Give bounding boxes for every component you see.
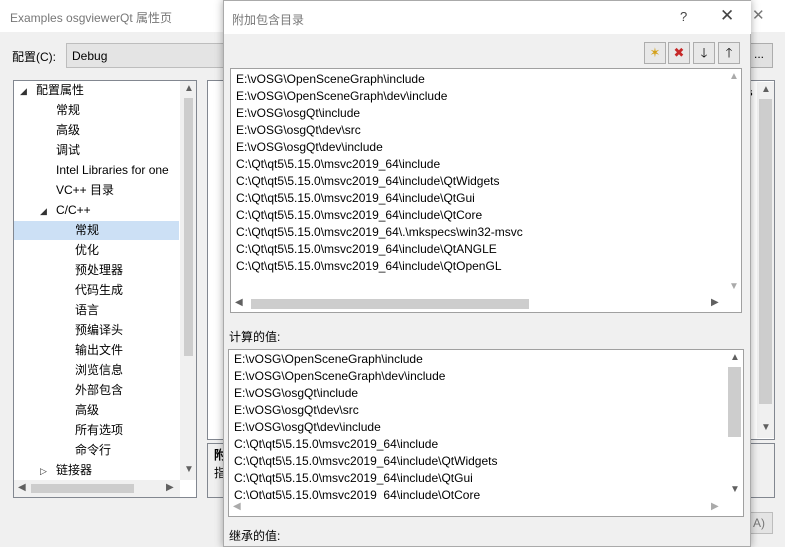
new-line-button[interactable]: ✶ [644, 42, 666, 64]
scroll-up-icon[interactable]: ▲ [730, 352, 740, 363]
tree-item[interactable]: 高级 [56, 121, 80, 140]
tree-item[interactable]: 调试 [56, 141, 80, 160]
tree-item[interactable]: 常规 [14, 221, 179, 240]
include-path-line[interactable]: C:\Qt\qt5\5.15.0\msvc2019_64\include\QtC… [236, 207, 482, 224]
config-label: 配置(C): [12, 50, 56, 64]
help-icon[interactable]: ? [680, 9, 687, 24]
evaluated-vertical-thumb[interactable] [728, 367, 741, 437]
delete-button[interactable]: ✖ [668, 42, 690, 64]
property-tree[interactable]: ◢ 配置属性 常规 高级 调试 Intel Libraries for one VC++ 目… [13, 80, 197, 498]
include-path-line[interactable]: C:\Qt\qt5\5.15.0\msvc2019_64\include\QtG… [236, 190, 475, 207]
collapsed-caret-icon[interactable]: ▷ [40, 466, 47, 477]
additional-include-dirs-dialog: 附加包含目录 ? ✕ ✶ ✖ 🡓 🡑 E:\vOSG\OpenSceneGrap… [223, 0, 751, 547]
evaluated-path-line: E:\vOSG\OpenSceneGraph\dev\include [234, 369, 446, 383]
tree-item[interactable]: 预处理器 [75, 261, 123, 280]
evaluated-path-line: E:\vOSG\osgQt\dev\src [234, 403, 359, 417]
tree-item[interactable]: 常规 [56, 101, 80, 120]
paths-horizontal-scrollbar[interactable]: ◀ ▶ [231, 295, 725, 312]
evaluated-path-line: E:\vOSG\OpenSceneGraph\include [234, 352, 423, 366]
tree-item[interactable]: 所有选项 [75, 421, 123, 440]
scroll-up-icon[interactable]: ▲ [729, 71, 739, 82]
evaluated-path-line: E:\vOSG\osgQt\include [234, 386, 359, 400]
evaluated-values-list[interactable]: E:\vOSG\OpenSceneGraph\include E:\vOSG\Op… [228, 349, 744, 517]
tree-item[interactable]: C/C++ [56, 201, 91, 220]
paths-vertical-scrollbar[interactable]: ▲ ▼ [725, 69, 741, 297]
tree-item[interactable]: 命令行 [75, 441, 111, 460]
include-path-line[interactable]: C:\Qt\qt5\5.15.0\msvc2019_64\include [236, 156, 440, 173]
tree-item[interactable]: 链接器 [56, 461, 92, 480]
evaluated-path-line: E:\vOSG\osgQt\dev\include [234, 420, 381, 434]
tree-item[interactable]: 预编译头 [75, 321, 123, 340]
scroll-up-icon[interactable]: ▲ [184, 83, 194, 94]
include-paths-editor[interactable]: E:\vOSG\OpenSceneGraph\include E:\vOSG\Op… [230, 68, 742, 313]
config-select[interactable]: Debug [66, 43, 236, 68]
include-path-line[interactable]: C:\Qt\qt5\5.15.0\msvc2019_64\include\QtW… [236, 173, 499, 190]
tree-item[interactable]: 浏览信息 [75, 361, 123, 380]
include-path-line[interactable]: C:\Qt\qt5\5.15.0\msvc2019_64\include\QtA… [236, 241, 497, 258]
scroll-down-icon[interactable]: ▼ [761, 422, 771, 433]
scroll-right-icon[interactable]: ▶ [711, 297, 719, 308]
scroll-up-icon[interactable]: ▲ [761, 84, 771, 95]
inherited-label: 继承的值: [229, 529, 281, 543]
evaluated-label: 计算的值: [229, 330, 281, 344]
tree-item[interactable]: 配置属性 [36, 81, 84, 100]
scroll-left-icon[interactable]: ◀ [235, 297, 243, 308]
close-icon[interactable]: ✕ [720, 6, 734, 26]
scroll-right-icon[interactable]: ▶ [166, 482, 174, 493]
dialog-titlebar: 附加包含目录 ? ✕ [224, 1, 751, 34]
scroll-right-icon[interactable]: ▶ [711, 501, 719, 512]
move-down-button[interactable]: 🡓 [693, 42, 715, 64]
property-pages-title: Examples osgviewerQt 属性页 [10, 11, 173, 25]
tree-item[interactable]: Intel Libraries for one [56, 161, 169, 180]
include-path-line[interactable]: E:\vOSG\osgQt\dev\src [236, 122, 361, 139]
move-up-button[interactable]: 🡑 [718, 42, 740, 64]
tree-item[interactable]: 代码生成 [75, 281, 123, 300]
include-path-line[interactable]: E:\vOSG\osgQt\dev\include [236, 139, 383, 156]
scroll-down-icon[interactable]: ▼ [730, 484, 740, 495]
evaluated-path-line: C:\Qt\qt5\5.15.0\msvc2019_64\include\QtG… [234, 471, 473, 485]
tree-horizontal-thumb[interactable] [31, 484, 134, 493]
include-path-line[interactable]: E:\vOSG\OpenSceneGraph\dev\include [236, 88, 447, 105]
evaluated-path-line: C:\Qt\qt5\5.15.0\msvc2019_64\include [234, 437, 439, 451]
property-grid-scrollbar[interactable]: ▲ ▼ [757, 82, 774, 438]
tree-item[interactable]: 输出文件 [75, 341, 123, 360]
tree-item[interactable]: 外部包含 [75, 381, 123, 400]
tree-item[interactable]: 优化 [75, 241, 99, 260]
scroll-left-icon[interactable]: ◀ [233, 501, 241, 512]
evaluated-horizontal-scrollbar[interactable]: ◀ ▶ [229, 499, 726, 516]
paths-horizontal-thumb[interactable] [251, 299, 529, 309]
property-pages-close-icon[interactable]: ✕ [752, 6, 765, 24]
property-grid-thumb[interactable] [759, 99, 772, 404]
scroll-left-icon[interactable]: ◀ [18, 482, 26, 493]
tree-vertical-scrollbar[interactable]: ▲ ▼ [180, 81, 196, 480]
tree-horizontal-scrollbar[interactable]: ◀ ▶ [14, 480, 180, 497]
tree-item[interactable]: 高级 [75, 401, 99, 420]
tree-item[interactable]: VC++ 目录 [56, 181, 114, 200]
expanded-caret-icon[interactable]: ◢ [20, 86, 27, 97]
evaluated-vertical-scrollbar[interactable]: ▲ ▼ [726, 350, 743, 499]
scroll-down-icon[interactable]: ▼ [729, 281, 739, 292]
dialog-title: 附加包含目录 [232, 13, 305, 27]
scroll-down-icon[interactable]: ▼ [184, 464, 194, 475]
include-path-line[interactable]: C:\Qt\qt5\5.15.0\msvc2019_64\include\QtO… [236, 258, 502, 275]
tree-vertical-thumb[interactable] [184, 98, 193, 356]
include-path-line[interactable]: E:\vOSG\osgQt\include [236, 105, 360, 122]
expanded-caret-icon[interactable]: ◢ [40, 206, 47, 217]
include-path-line[interactable]: C:\Qt\qt5\5.15.0\msvc2019_64\.\mkspecs\w… [236, 224, 523, 241]
include-path-line[interactable]: E:\vOSG\OpenSceneGraph\include [236, 71, 425, 88]
tree-item[interactable]: 语言 [75, 301, 99, 320]
evaluated-path-line: C:\Qt\qt5\5.15.0\msvc2019_64\include\QtW… [234, 454, 498, 468]
